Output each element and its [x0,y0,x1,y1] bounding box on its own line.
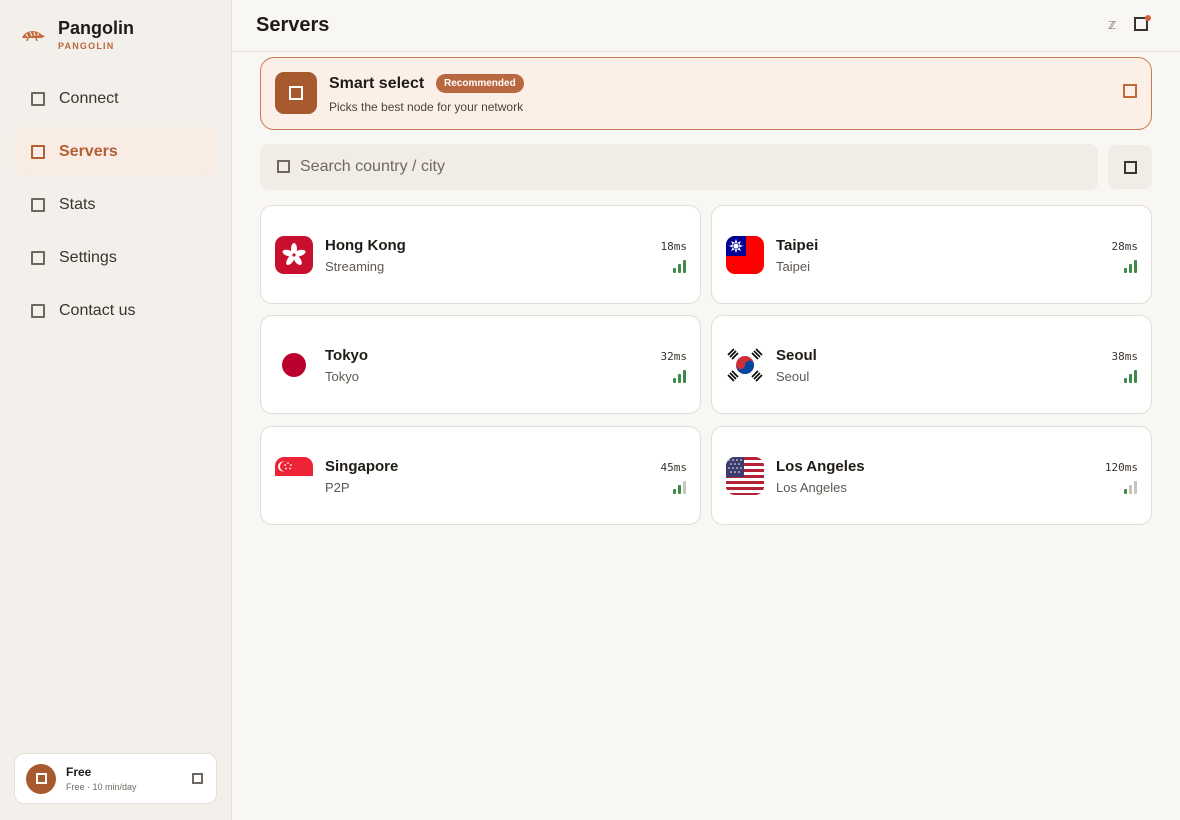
japan-flag-icon [275,346,313,384]
server-tag: P2P [325,480,350,495]
server-tag: Taipei [776,259,810,274]
sidebar-item-servers[interactable]: Servers [14,127,217,176]
signal-bar [673,489,676,494]
server-ping: 18ms [660,240,688,253]
plan-subtitle: Free · 10 min/day [66,782,137,792]
signal-bar [1129,485,1132,494]
page-title: Servers [256,14,330,36]
plan-title: Free [66,765,92,779]
signal-icon [673,370,687,383]
server-ping: 120ms [1104,461,1138,474]
brand-name: Pangolin [58,18,134,38]
filter-button[interactable] [1108,145,1152,189]
signal-bar [1134,260,1137,273]
sidebar-item-connect[interactable]: Connect [14,74,217,123]
server-tag: Streaming [325,259,385,274]
sidebar-item-label: Stats [59,195,96,213]
plan-card[interactable]: Free Free · 10 min/day [14,753,217,804]
server-card-tokyo[interactable]: Tokyo Tokyo 32ms [260,315,701,414]
taiwan-flag-icon [726,236,764,274]
server-card-seoul[interactable]: Seoul Seoul 38ms [711,315,1152,414]
search-bar [260,144,1098,190]
signal-icon [673,481,687,494]
sidebar-item-label: Servers [59,142,118,160]
server-tag: Los Angeles [776,480,847,495]
signal-bar [683,370,686,383]
server-tag: Seoul [776,369,810,384]
selected-check-icon [1123,84,1137,98]
brand-subtitle: PANGOLIN [58,41,115,51]
server-city: Tokyo [325,347,369,364]
connect-icon [31,91,45,106]
singapore-flag-icon [275,457,313,495]
smart-select-icon [275,72,317,114]
sidebar-nav: Connect Servers Stats Settings Contact u… [14,74,217,339]
south-korea-flag-icon [726,346,764,384]
server-card-los-angeles[interactable]: Los Angeles Los Angeles 120ms [711,426,1152,525]
server-ping: 32ms [660,350,688,363]
contact-icon [31,303,45,318]
signal-bar [673,268,676,273]
server-ping: 28ms [1111,240,1139,253]
signal-bar [1134,370,1137,383]
signal-bar [673,378,676,383]
settings-icon [31,250,45,265]
server-card-hong-kong[interactable]: Hong Kong Streaming 18ms [260,205,701,304]
sidebar-item-label: Settings [59,248,117,266]
server-city: Taipei [776,237,819,254]
language-icon[interactable]: ℤ [1108,19,1116,32]
sidebar-item-label: Connect [59,89,119,107]
servers-icon [31,144,45,159]
server-ping: 38ms [1111,350,1139,363]
server-city: Los Angeles [776,458,865,475]
stats-icon [31,197,45,212]
signal-bar [678,264,681,273]
signal-bar [1129,264,1132,273]
signal-icon [1124,260,1138,273]
sidebar: Pangolin PANGOLIN Connect Servers Stats … [0,0,232,820]
server-card-singapore[interactable]: Singapore P2P 45ms [260,426,701,525]
signal-icon [673,260,687,273]
signal-bar [683,260,686,273]
header: Servers ℤ [232,0,1180,52]
upgrade-icon[interactable] [192,773,203,784]
server-card-taipei[interactable]: Taipei Taipei 28ms [711,205,1152,304]
signal-bar [683,481,686,494]
avatar [26,763,56,794]
brand[interactable]: Pangolin PANGOLIN [20,18,134,52]
usa-flag-icon [726,457,764,495]
search-icon [277,160,290,173]
pangolin-logo-icon [22,31,45,42]
signal-bar [1129,374,1132,383]
signal-bar [1134,481,1137,494]
server-city: Singapore [325,458,399,475]
signal-bar [1124,268,1127,273]
notification-badge [1145,15,1151,21]
hong-kong-flag-icon [275,236,313,274]
sidebar-item-contact-us[interactable]: Contact us [14,286,217,335]
smart-select-card[interactable]: Smart select Recommended Picks the best … [260,57,1152,130]
signal-icon [1124,481,1138,494]
signal-bar [678,485,681,494]
smart-select-description: Picks the best node for your network [329,100,524,114]
filter-icon [1123,160,1137,174]
signal-bar [678,374,681,383]
server-tag: Tokyo [325,369,359,384]
smart-select-title: Smart select [329,75,425,92]
signal-bar [1124,378,1127,383]
sidebar-item-label: Contact us [59,301,136,319]
sidebar-item-stats[interactable]: Stats [14,180,217,229]
search-input[interactable] [300,144,1080,190]
signal-bar [1124,489,1127,494]
recommended-badge: Recommended [436,74,524,93]
user-icon [35,773,47,784]
server-city: Seoul [776,347,817,364]
server-city: Hong Kong [325,237,406,254]
sidebar-item-settings[interactable]: Settings [14,233,217,282]
signal-icon [1124,370,1138,383]
server-ping: 45ms [660,461,688,474]
